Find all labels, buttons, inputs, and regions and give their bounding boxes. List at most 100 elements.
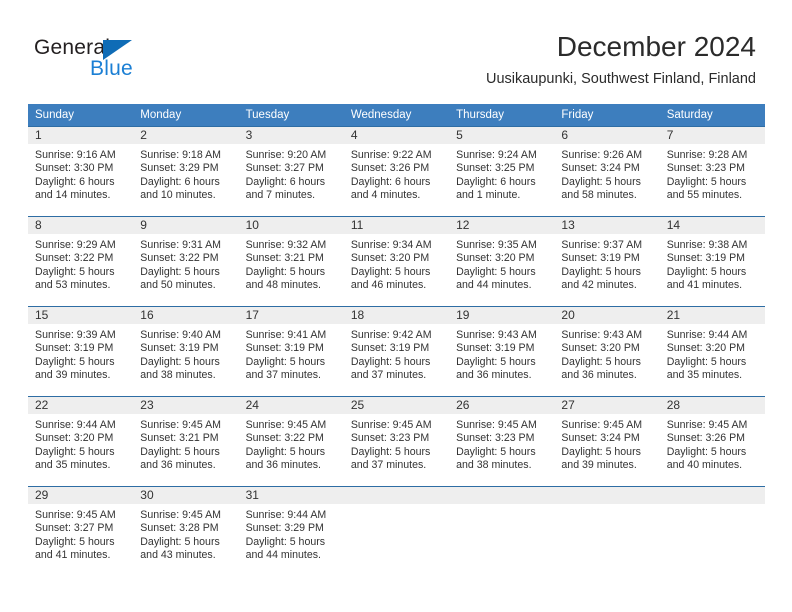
generalblue-logo[interactable]: General Blue [34, 36, 184, 84]
sunrise-text: Sunrise: 9:35 AM [456, 239, 537, 251]
calendar-day-cell[interactable]: 20 Sunrise: 9:43 AM Sunset: 3:20 PM Dayligh… [554, 306, 660, 397]
daylight-text-line1: Daylight: 5 hours [140, 265, 220, 278]
calendar-day-cell[interactable]: 25 Sunrise: 9:45 AM Sunset: 3:23 PM Dayligh… [343, 396, 450, 487]
calendar-day-cell[interactable]: 12 Sunrise: 9:35 AM Sunset: 3:20 PM Dayligh… [449, 216, 555, 307]
daylight-text-line1: Daylight: 5 hours [561, 445, 641, 458]
calendar-day-cell[interactable]: 24 Sunrise: 9:45 AM Sunset: 3:22 PM Dayligh… [238, 396, 344, 487]
day-details [554, 504, 659, 509]
daylight-text-line2: and 42 minutes. [561, 278, 637, 291]
daylight-text-line2: and 50 minutes. [140, 278, 216, 291]
calendar-day-cell[interactable]: 31 Sunrise: 9:44 AM Sunset: 3:29 PM Dayligh… [238, 486, 344, 576]
sunset-text: Sunset: 3:19 PM [245, 342, 324, 355]
daylight-text-line1: Daylight: 5 hours [456, 355, 536, 368]
calendar-day-cell[interactable]: 18 Sunrise: 9:42 AM Sunset: 3:19 PM Dayligh… [343, 306, 450, 397]
calendar-day-cell[interactable]: 29 Sunrise: 9:45 AM Sunset: 3:27 PM Dayligh… [28, 486, 134, 576]
calendar-day-cell[interactable]: 22 Sunrise: 9:44 AM Sunset: 3:20 PM Dayligh… [28, 396, 134, 487]
day-number: 5 [449, 127, 555, 144]
calendar-day-cell[interactable]: 3 Sunrise: 9:20 AM Sunset: 3:27 PM Daylight… [238, 126, 344, 217]
sunset-text: Sunset: 3:20 PM [561, 342, 640, 355]
daylight-text-line2: and 14 minutes. [35, 188, 111, 201]
daylight-text-line1: Daylight: 5 hours [140, 445, 220, 458]
day-details: Sunrise: 9:45 AM Sunset: 3:24 PM Daylight:… [554, 414, 659, 472]
day-number: 23 [133, 397, 239, 414]
calendar-day-cell[interactable]: 30 Sunrise: 9:45 AM Sunset: 3:28 PM Dayligh… [133, 486, 239, 576]
logo-text-blue: Blue [90, 57, 133, 80]
sunset-text: Sunset: 3:19 PM [456, 342, 535, 355]
sunset-text: Sunset: 3:22 PM [140, 252, 219, 265]
day-details: Sunrise: 9:45 AM Sunset: 3:27 PM Daylight:… [28, 504, 133, 562]
calendar-day-cell[interactable]: 26 Sunrise: 9:45 AM Sunset: 3:23 PM Dayligh… [449, 396, 555, 487]
daylight-text-line1: Daylight: 5 hours [35, 355, 115, 368]
daylight-text-line2: and 7 minutes. [245, 188, 316, 201]
sunset-text: Sunset: 3:19 PM [561, 252, 640, 265]
day-details: Sunrise: 9:39 AM Sunset: 3:19 PM Daylight:… [28, 324, 133, 382]
daylight-text-line1: Daylight: 5 hours [666, 445, 747, 458]
calendar-day-cell[interactable]: 14 Sunrise: 9:38 AM Sunset: 3:19 PM Dayligh… [659, 216, 765, 307]
daylight-text-line2: and 38 minutes. [140, 368, 216, 381]
sunrise-text: Sunrise: 9:45 AM [561, 419, 643, 431]
day-number: 20 [554, 307, 660, 324]
daylight-text-line2: and 4 minutes. [350, 188, 421, 201]
sunset-text: Sunset: 3:19 PM [350, 342, 430, 355]
day-details: Sunrise: 9:45 AM Sunset: 3:26 PM Daylight:… [660, 414, 765, 472]
daylight-text-line1: Daylight: 5 hours [245, 355, 326, 368]
calendar-day-cell[interactable]: 1 Sunrise: 9:16 AM Sunset: 3:30 PM Daylight… [28, 126, 134, 217]
daylight-text-line2: and 53 minutes. [35, 278, 111, 291]
daylight-text-line1: Daylight: 5 hours [666, 175, 747, 188]
calendar-empty-cell [343, 486, 450, 576]
calendar-body: 1 Sunrise: 9:16 AM Sunset: 3:30 PM Daylight… [28, 126, 765, 576]
day-number [343, 487, 450, 504]
calendar-day-cell[interactable]: 4 Sunrise: 9:22 AM Sunset: 3:26 PM Daylight… [343, 126, 450, 217]
calendar-day-cell[interactable]: 23 Sunrise: 9:45 AM Sunset: 3:21 PM Dayligh… [133, 396, 239, 487]
sunset-text: Sunset: 3:23 PM [666, 162, 746, 175]
calendar-day-cell[interactable]: 15 Sunrise: 9:39 AM Sunset: 3:19 PM Dayligh… [28, 306, 134, 397]
daylight-text-line2: and 38 minutes. [456, 458, 532, 471]
daylight-text-line2: and 37 minutes. [245, 368, 321, 381]
calendar-day-cell[interactable]: 16 Sunrise: 9:40 AM Sunset: 3:19 PM Dayligh… [133, 306, 239, 397]
calendar-day-cell[interactable]: 11 Sunrise: 9:34 AM Sunset: 3:20 PM Dayligh… [343, 216, 450, 307]
calendar-day-cell[interactable]: 21 Sunrise: 9:44 AM Sunset: 3:20 PM Dayligh… [659, 306, 765, 397]
daylight-text-line2: and 36 minutes. [245, 458, 321, 471]
sunrise-text: Sunrise: 9:44 AM [666, 329, 748, 341]
daylight-text-line1: Daylight: 5 hours [245, 445, 326, 458]
sunset-text: Sunset: 3:27 PM [35, 522, 114, 535]
weekday-header-sunday: Sunday [28, 104, 134, 127]
sunrise-text: Sunrise: 9:45 AM [350, 419, 432, 431]
location-subtitle: Uusikaupunki, Southwest Finland, Finland [485, 71, 756, 87]
day-number [659, 487, 765, 504]
sunset-text: Sunset: 3:29 PM [140, 162, 219, 175]
calendar-week-row: 15 Sunrise: 9:39 AM Sunset: 3:19 PM Dayligh… [28, 306, 765, 397]
calendar-day-cell[interactable]: 10 Sunrise: 9:32 AM Sunset: 3:21 PM Dayligh… [238, 216, 344, 307]
sunset-text: Sunset: 3:23 PM [350, 432, 430, 445]
daylight-text-line1: Daylight: 5 hours [666, 355, 747, 368]
calendar-empty-cell [659, 486, 765, 576]
daylight-text-line2: and 46 minutes. [350, 278, 427, 291]
day-details: Sunrise: 9:32 AM Sunset: 3:21 PM Daylight:… [239, 234, 344, 292]
day-details [660, 504, 765, 509]
day-details: Sunrise: 9:37 AM Sunset: 3:19 PM Daylight:… [554, 234, 659, 292]
calendar-day-cell[interactable]: 6 Sunrise: 9:26 AM Sunset: 3:24 PM Daylight… [554, 126, 660, 217]
sunrise-text: Sunrise: 9:45 AM [35, 509, 116, 521]
calendar-day-cell[interactable]: 27 Sunrise: 9:45 AM Sunset: 3:24 PM Dayligh… [554, 396, 660, 487]
calendar-day-cell[interactable]: 19 Sunrise: 9:43 AM Sunset: 3:19 PM Dayligh… [449, 306, 555, 397]
sunset-text: Sunset: 3:24 PM [561, 162, 640, 175]
day-number: 16 [133, 307, 239, 324]
calendar-day-cell[interactable]: 5 Sunrise: 9:24 AM Sunset: 3:25 PM Daylight… [449, 126, 555, 217]
calendar-day-cell[interactable]: 7 Sunrise: 9:28 AM Sunset: 3:23 PM Daylight… [659, 126, 765, 217]
calendar-day-cell[interactable]: 8 Sunrise: 9:29 AM Sunset: 3:22 PM Daylight… [28, 216, 134, 307]
month-calendar-table: Sunday Monday Tuesday Wednesday Thursday… [28, 104, 765, 576]
calendar-day-cell[interactable]: 2 Sunrise: 9:18 AM Sunset: 3:29 PM Daylight… [133, 126, 239, 217]
day-details: Sunrise: 9:44 AM Sunset: 3:20 PM Daylight:… [28, 414, 133, 472]
calendar-day-cell[interactable]: 28 Sunrise: 9:45 AM Sunset: 3:26 PM Dayligh… [659, 396, 765, 487]
calendar-day-cell[interactable]: 13 Sunrise: 9:37 AM Sunset: 3:19 PM Dayligh… [554, 216, 660, 307]
calendar-day-cell[interactable]: 17 Sunrise: 9:41 AM Sunset: 3:19 PM Dayligh… [238, 306, 344, 397]
day-number: 15 [28, 307, 134, 324]
day-details: Sunrise: 9:45 AM Sunset: 3:28 PM Daylight:… [133, 504, 238, 562]
day-number: 9 [133, 217, 239, 234]
day-number: 14 [659, 217, 765, 234]
calendar-day-cell[interactable]: 9 Sunrise: 9:31 AM Sunset: 3:22 PM Daylight… [133, 216, 239, 307]
day-details [449, 504, 554, 509]
daylight-text-line2: and 36 minutes. [140, 458, 216, 471]
calendar-header-row: Sunday Monday Tuesday Wednesday Thursday… [28, 104, 765, 127]
day-number [449, 487, 555, 504]
